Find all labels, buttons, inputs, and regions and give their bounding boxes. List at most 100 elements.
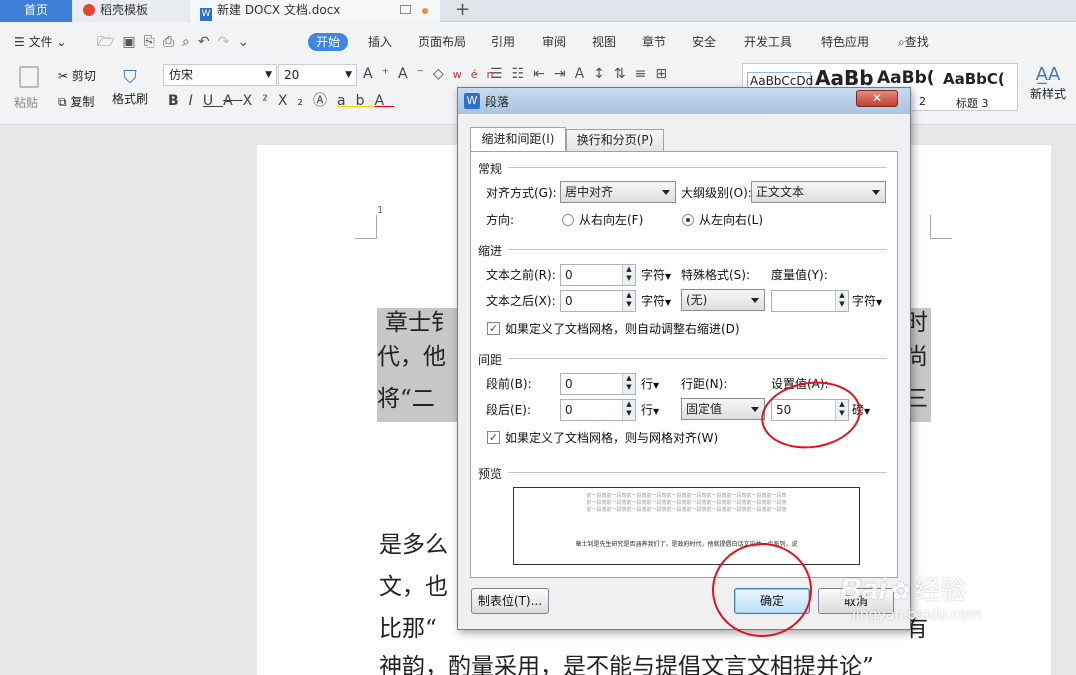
style-heading-2[interactable]: AaBb( — [877, 68, 941, 88]
space-before-value: 0 — [565, 377, 573, 391]
space-before-unit[interactable]: 行▼ — [641, 375, 659, 395]
export-icon[interactable]: ⎘ — [144, 34, 163, 50]
style-label-3: 标题 3 — [956, 97, 989, 110]
save-icon[interactable]: ▣ — [122, 34, 143, 50]
tab-document[interactable]: W 新建 DOCX 文档.docx — [190, 0, 440, 22]
clear-format-icon[interactable]: ◇ — [433, 66, 453, 82]
file-menu-label: 文件 — [28, 35, 53, 49]
align-select[interactable]: 居中对齐 — [560, 181, 676, 203]
format-painter-label: 格式刷 — [111, 92, 148, 106]
style-heading-3[interactable]: AaBbC( — [943, 70, 1005, 88]
close-icon[interactable]: ✕ — [856, 90, 898, 107]
dialog-title-bar[interactable]: W 段落 ✕ — [458, 88, 910, 114]
shrink-font-icon[interactable]: A⁻ — [398, 66, 433, 82]
print-icon[interactable]: ⎙ — [163, 34, 182, 50]
tab-indent-spacing[interactable]: 缩进和间距(I) — [470, 127, 566, 152]
menu-view[interactable]: 视图 — [592, 33, 616, 51]
menu-references[interactable]: 引用 — [491, 33, 515, 51]
menu-security[interactable]: 安全 — [692, 33, 716, 51]
radio-selected-dot — [686, 218, 690, 222]
tab-daoke-templates[interactable]: 稻壳模板 — [73, 0, 189, 22]
menu-chapter[interactable]: 章节 — [642, 33, 666, 51]
indent-after-input[interactable]: 0 ▲ ▼ — [560, 290, 636, 312]
font-size-tools: A⁺A⁻◇wén — [363, 66, 502, 83]
subscript-icon[interactable]: X₂ — [278, 93, 313, 109]
table-icon[interactable]: ⊞ — [655, 66, 676, 82]
spinner-icon[interactable]: ▲ ▼ — [622, 374, 635, 394]
spinner-icon[interactable]: ▲ ▼ — [622, 400, 635, 420]
tab-stops-button[interactable]: 制表位(T)... — [471, 588, 549, 614]
grow-font-icon[interactable]: A⁺ — [363, 66, 398, 82]
file-menu[interactable]: ☰ 文件 ⌄ — [14, 33, 66, 51]
menu-page-layout[interactable]: 页面布局 — [418, 33, 466, 51]
paste-button[interactable]: 粘贴 — [14, 66, 44, 110]
spinner-icon[interactable]: ▲ ▼ — [622, 291, 635, 311]
redo-icon[interactable]: ↷ — [218, 34, 238, 50]
align-label: 对齐方式(G): — [486, 186, 557, 200]
outdent-icon[interactable]: ⇤ — [533, 66, 554, 82]
rtl-radio[interactable] — [562, 214, 574, 226]
italic-icon[interactable]: I — [189, 93, 203, 109]
space-after-input[interactable]: 0 ▲ ▼ — [560, 399, 636, 421]
paragraph-dialog: W 段落 ✕ 缩进和间距(I) 换行和分页(P) 常规 对齐方式(G): 居中对… — [457, 87, 911, 630]
special-format-select[interactable]: (无) — [681, 289, 765, 311]
tab-line-page-breaks[interactable]: 换行和分页(P) — [566, 129, 664, 152]
menu-special-apps[interactable]: 特色应用 — [821, 33, 869, 51]
paste-icon — [19, 66, 39, 88]
change-case-icon[interactable]: A↕ — [575, 66, 614, 82]
numbering-icon[interactable]: ☷ — [512, 66, 534, 82]
menu-home[interactable]: 开始 — [308, 33, 349, 51]
sort-icon[interactable]: ⇅ — [614, 66, 635, 82]
unit-label: 行 — [641, 377, 654, 391]
line-spacing-icon[interactable]: ≡ — [635, 66, 656, 82]
search-command[interactable]: ⌕查找 — [898, 33, 929, 51]
measure-unit[interactable]: 字符▼ — [852, 292, 882, 312]
line-spacing-select[interactable]: 固定值 — [681, 398, 765, 420]
space-after-value: 0 — [565, 403, 573, 417]
ltr-radio[interactable] — [682, 214, 694, 226]
font-color-icon[interactable]: A — [375, 93, 395, 109]
more-icon[interactable]: ⌄ — [237, 34, 257, 50]
menu-developer[interactable]: 开发工具 — [744, 33, 792, 51]
spinner-icon[interactable]: ▲ ▼ — [835, 291, 848, 311]
text-effect-icon[interactable]: Ⓐ — [313, 93, 337, 109]
indent-after-unit[interactable]: 字符▼ — [641, 292, 671, 312]
divider — [508, 358, 887, 359]
format-painter-button[interactable]: ⛉ 格式刷 — [110, 66, 150, 107]
cut-label: 剪切 — [71, 69, 96, 83]
preview-main-line: 章士钊是先生研究是否涵养我们了，是政府时代，他就提倡白话文论并一个系列，说 — [575, 541, 798, 548]
menu-review[interactable]: 审阅 — [542, 33, 566, 51]
paste-label: 粘贴 — [14, 96, 39, 110]
bold-icon[interactable]: B — [168, 93, 189, 109]
open-icon[interactable]: 🗁 — [97, 34, 122, 50]
font-size-select[interactable]: 20 ▼ — [278, 64, 357, 86]
word-doc-icon: W — [200, 8, 212, 21]
indent-icon[interactable]: ⇥ — [554, 66, 575, 82]
font-name-select[interactable]: 仿宋 ▼ — [163, 64, 277, 86]
ltr-label: 从左向右(L) — [699, 213, 764, 227]
new-tab-icon[interactable]: + — [455, 0, 470, 20]
measure-input[interactable]: ▲ ▼ — [771, 290, 849, 312]
tab-home[interactable]: 首页 — [0, 0, 72, 22]
space-after-unit[interactable]: 行▼ — [641, 401, 659, 421]
indent-before-unit[interactable]: 字符▼ — [641, 266, 671, 286]
copy-icon: ⧉ — [58, 95, 67, 109]
spinner-icon[interactable]: ▲ ▼ — [622, 265, 635, 285]
auto-right-indent-checkbox[interactable]: ✓ — [487, 322, 500, 335]
outline-level-select[interactable]: 正文文本 — [751, 181, 886, 203]
menu-insert[interactable]: 插入 — [368, 33, 392, 51]
space-before-input[interactable]: 0 ▲ ▼ — [560, 373, 636, 395]
snap-to-grid-checkbox[interactable]: ✓ — [487, 431, 500, 444]
screen-icon[interactable] — [400, 5, 411, 14]
print-preview-icon[interactable]: ⌕ — [182, 34, 198, 50]
indent-before-input[interactable]: 0 ▲ ▼ — [560, 264, 636, 286]
superscript-icon[interactable]: X² — [243, 93, 278, 109]
undo-icon[interactable]: ↶ — [198, 34, 218, 50]
strikethrough-icon[interactable]: A — [223, 93, 243, 109]
bullets-icon[interactable]: ☰ — [490, 66, 512, 82]
cut-button[interactable]: ✂ 剪切 — [58, 67, 96, 84]
underline-icon[interactable]: U — [203, 93, 223, 109]
highlight-icon[interactable]: ab — [337, 93, 374, 109]
new-style-button[interactable]: A̲A 新样式 — [1025, 64, 1071, 102]
copy-button[interactable]: ⧉ 复制 — [58, 93, 94, 110]
